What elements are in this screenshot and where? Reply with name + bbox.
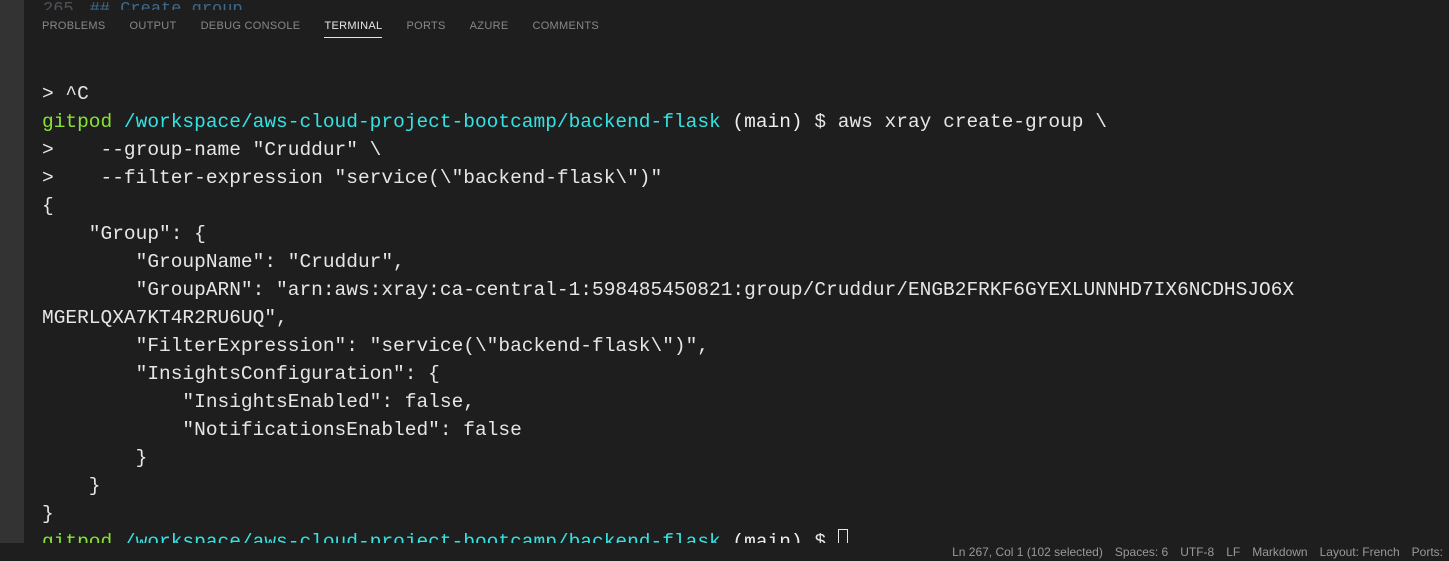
terminal-line: {	[42, 195, 54, 217]
bottom-panel: PROBLEMS OUTPUT DEBUG CONSOLE TERMINAL P…	[24, 10, 1449, 543]
terminal-line: }	[42, 447, 147, 469]
tab-terminal[interactable]: TERMINAL	[324, 16, 382, 38]
terminal-line: "GroupName": "Cruddur",	[42, 251, 405, 273]
terminal-line: }	[42, 503, 54, 525]
terminal-line: > --filter-expression "service(\"backend…	[42, 167, 662, 189]
tab-ports[interactable]: PORTS	[406, 16, 445, 38]
terminal-line: gitpod /workspace/aws-cloud-project-boot…	[42, 111, 1107, 133]
tab-comments[interactable]: COMMENTS	[532, 16, 599, 38]
terminal-line: "GroupARN": "arn:aws:xray:ca-central-1:5…	[42, 279, 1294, 301]
terminal-cursor	[838, 529, 848, 543]
status-encoding[interactable]: UTF-8	[1180, 545, 1214, 559]
terminal-output[interactable]: > ^C gitpod /workspace/aws-cloud-project…	[24, 40, 1449, 543]
terminal-line: "NotificationsEnabled": false	[42, 419, 522, 441]
status-keyboard-layout[interactable]: Layout: French	[1320, 545, 1400, 559]
status-bar: Ln 267, Col 1 (102 selected) Spaces: 6 U…	[0, 543, 1449, 561]
terminal-line: > --group-name "Cruddur" \	[42, 139, 381, 161]
tab-problems[interactable]: PROBLEMS	[42, 16, 106, 38]
terminal-line: > ^C	[42, 83, 89, 105]
activity-bar-edge	[0, 0, 24, 543]
panel-tabs: PROBLEMS OUTPUT DEBUG CONSOLE TERMINAL P…	[24, 10, 1449, 40]
status-indent[interactable]: Spaces: 6	[1115, 545, 1168, 559]
terminal-line: MGERLQXA7KT4R2RU6UQ",	[42, 307, 288, 329]
status-language[interactable]: Markdown	[1252, 545, 1307, 559]
terminal-line: "FilterExpression": "service(\"backend-f…	[42, 335, 709, 357]
tab-output[interactable]: OUTPUT	[130, 16, 177, 38]
status-cursor-position[interactable]: Ln 267, Col 1 (102 selected)	[952, 545, 1103, 559]
terminal-prompt-line: gitpod /workspace/aws-cloud-project-boot…	[42, 531, 848, 543]
terminal-line: "InsightsConfiguration": {	[42, 363, 440, 385]
terminal-line: }	[42, 475, 101, 497]
terminal-line: "InsightsEnabled": false,	[42, 391, 475, 413]
terminal-line: "Group": {	[42, 223, 206, 245]
status-eol[interactable]: LF	[1226, 545, 1240, 559]
status-ports[interactable]: Ports:	[1412, 545, 1443, 559]
tab-debug-console[interactable]: DEBUG CONSOLE	[201, 16, 301, 38]
tab-azure[interactable]: AZURE	[470, 16, 509, 38]
